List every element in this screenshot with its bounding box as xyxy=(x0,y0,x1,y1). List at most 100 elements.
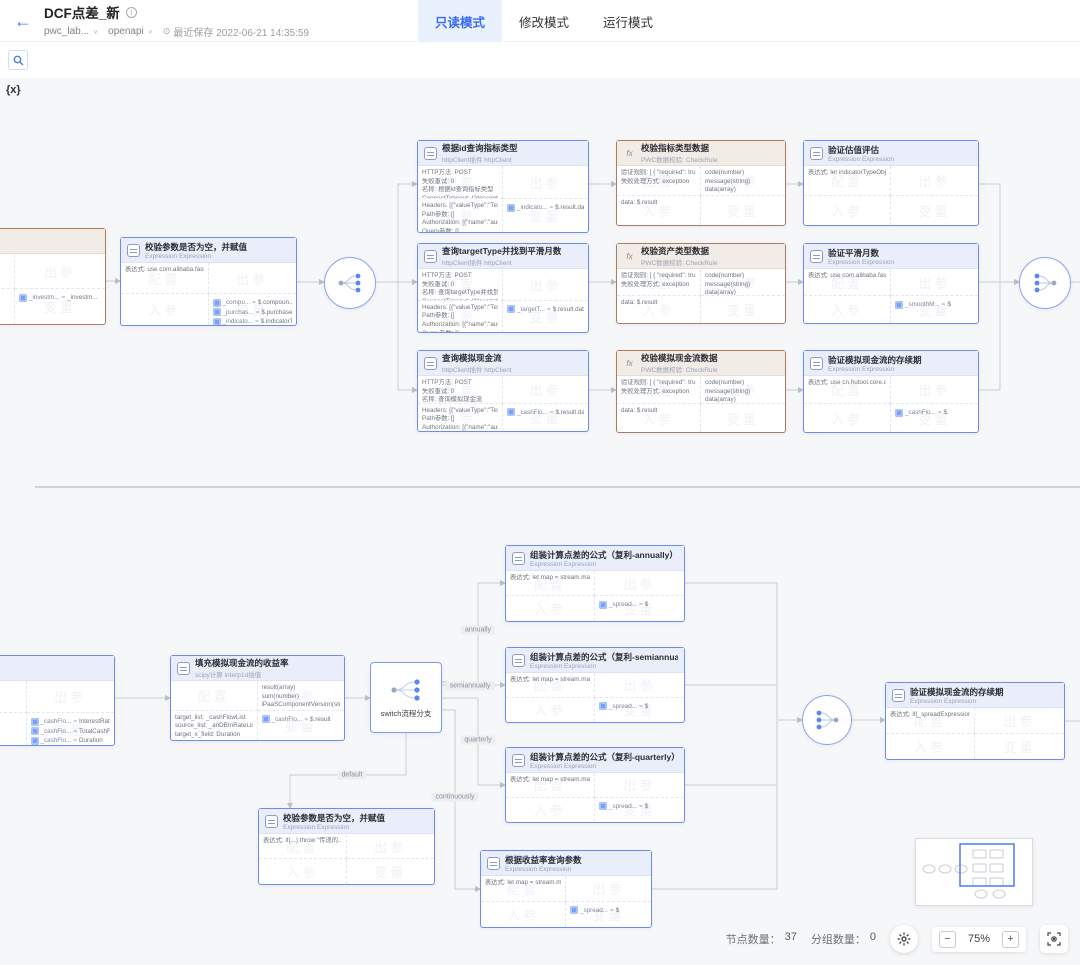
node-gateway-split[interactable] xyxy=(324,257,376,309)
quadrant-var: 变量_cashFlo...=InterestRate_cashFlo...=To… xyxy=(27,713,115,745)
quadrant-out: 出参result(array)sum(number)iPaaSComponent… xyxy=(258,681,345,711)
node-title: 校验指标类型数据 xyxy=(641,142,718,154)
node-gateway-join[interactable] xyxy=(1019,257,1071,309)
watermark-in: 入参 xyxy=(804,196,890,226)
node-set-field-name[interactable]: 置字段名sion配置Rate +...出参入参变量_cashFlo...=Int… xyxy=(0,655,115,746)
quadrant-in: 入参Headers: [{"valueType":"Text","n...Pat… xyxy=(418,199,503,232)
component-icon xyxy=(424,357,437,370)
tab-edit[interactable]: 修改模式 xyxy=(502,0,586,42)
component-icon xyxy=(810,250,823,263)
quadrant-in: 入参data: $.result xyxy=(617,296,701,323)
variable-row: _spread...=$ xyxy=(599,601,680,609)
variable-chip-icon xyxy=(262,715,270,723)
node-title: 校验模拟现金流数据 xyxy=(641,352,718,364)
quadrant-var: 变量_spread...=$ xyxy=(595,798,684,823)
switch-node-label: switch流程分支 xyxy=(381,708,432,719)
watermark-var: 变量 xyxy=(891,196,978,226)
node-verify-smooth-months[interactable]: 验证平滑月数Expression Expression配置表达式: use co… xyxy=(803,243,979,324)
edge-label-semiannually: semiannually xyxy=(446,682,495,691)
quadrant-config: 配置表达式: if(...) throw "传递的... xyxy=(259,834,347,859)
node-http-query-cashflow[interactable]: 查询模拟现金流httpClient插件 httpClient配置HTTP方法: … xyxy=(417,350,589,432)
quadrant-config: 配置表达式: let map = stream.map()... xyxy=(506,571,595,596)
minimap-viewport[interactable] xyxy=(960,844,1014,886)
clock-icon: ⊙ xyxy=(163,26,171,37)
node-scipy-fill-yield[interactable]: 填充模拟现金流的收益率scipy计算 interp1d插值配置出参result(… xyxy=(170,655,345,741)
variable-row: _cashFlo...=$.result xyxy=(262,715,341,723)
quadrant-in: 入参 xyxy=(804,196,891,226)
quadrant-out: 出参 xyxy=(891,166,978,196)
quadrant-in: 入参 xyxy=(481,902,566,928)
quadrant-var: 变量_indicato...=$.result.data xyxy=(503,199,588,232)
save-status: ⊙ 最近保存 2022-06-21 14:35:59 xyxy=(163,24,309,39)
minimap[interactable] xyxy=(915,838,1033,906)
node-formula-semiannually[interactable]: 组装计算点差的公式（复利-semiannually）Expression Exp… xyxy=(505,647,685,723)
fit-view-button[interactable] xyxy=(1040,925,1068,953)
settings-button[interactable] xyxy=(890,925,918,953)
node-params-partial[interactable]: fx配置umber)get(string)rray)出参入参变量_investm… xyxy=(0,228,106,325)
node-http-query-indicator-type[interactable]: 根据id查询指标类型httpClient插件 httpClient配置HTTP方… xyxy=(417,140,589,233)
quadrant-config: 配置表达式: let indicatorTypeObj = _i... xyxy=(804,166,891,196)
node-subtitle: httpClient插件 httpClient xyxy=(442,154,518,164)
node-gateway-join-bottom[interactable] xyxy=(802,695,852,745)
watermark-out: 出参 xyxy=(15,254,105,288)
node-title: 验证估值评估 xyxy=(828,144,894,156)
tab-run[interactable]: 运行模式 xyxy=(586,0,670,42)
breadcrumb-workspace[interactable]: pwc_lab... ∨ xyxy=(44,26,98,37)
quadrant-in: 入参 xyxy=(0,713,27,745)
node-subtitle: Expression Expression xyxy=(828,156,894,163)
zoom-out-button[interactable]: − xyxy=(939,931,956,948)
node-check-assign-bottom[interactable]: 校验参数是否为空，并赋值Expression Expression配置表达式: … xyxy=(258,808,435,885)
quadrant-in: 入参 xyxy=(506,798,595,823)
quadrant-config: 配置验证规则: [ { "required": tru...失败处理方式: ex… xyxy=(617,166,701,196)
node-verify-duration-top[interactable]: 验证模拟现金流的存续期Expression Expression配置表达式: u… xyxy=(803,350,979,433)
page-title: DCF点差_新 xyxy=(44,2,120,22)
breadcrumb-app[interactable]: openapi ∨ xyxy=(108,26,153,37)
node-subtitle: PWC数据校验: CheckRule xyxy=(641,257,718,267)
info-icon[interactable]: i xyxy=(126,7,137,18)
node-title: 查询模拟现金流 xyxy=(442,352,512,364)
back-button[interactable]: ← xyxy=(14,12,32,30)
node-check-assign-top[interactable]: 校验参数是否为空，并赋值Expression Expression配置表达式: … xyxy=(120,237,297,326)
global-variables-button[interactable]: {x} xyxy=(6,84,21,96)
search-button[interactable] xyxy=(8,50,28,70)
variable-row: _compo...=$.compoun... xyxy=(213,299,293,307)
node-title: 填充模拟现金流的收益率 xyxy=(195,657,289,669)
watermark-in: 入参 xyxy=(0,289,14,324)
node-http-query-targettype[interactable]: 查询targetType并找到平滑月数httpClient插件 httpClie… xyxy=(417,243,589,333)
component-icon xyxy=(127,244,140,257)
node-count-label: 节点数量： xyxy=(726,931,781,947)
node-formula-quarterly[interactable]: 组装计算点差的公式（复利-quarterly）Expression Expres… xyxy=(505,747,685,823)
canvas[interactable]: {x} fx配置umber)get(string)rray)出参入参变量_inv… xyxy=(0,78,1080,965)
quadrant-config: 配置表达式: let map = stream.map()... xyxy=(506,673,595,698)
tab-readonly[interactable]: 只读模式 xyxy=(418,0,502,42)
node-check-asset-type[interactable]: fx校验资产类型数据PWC数据校验: CheckRule配置验证规则: [ { … xyxy=(616,243,786,324)
node-subtitle: scipy计算 interp1d插值 xyxy=(195,669,289,679)
node-subtitle: Expression Expression xyxy=(910,698,1004,705)
watermark-out: 出参 xyxy=(503,166,588,198)
component-icon xyxy=(177,662,190,675)
node-subtitle: Expression Expression xyxy=(530,663,678,670)
node-query-params-by-yield[interactable]: 根据收益率查询参数Expression Expression配置表达式: let… xyxy=(480,850,652,928)
zoom-in-button[interactable]: + xyxy=(1002,931,1019,948)
switch-branch-icon xyxy=(388,677,424,703)
node-formula-annually[interactable]: 组装计算点差的公式（复利-annually）Expression Express… xyxy=(505,545,685,622)
quadrant-var: 变量 xyxy=(701,196,785,226)
node-check-sim-cashflow[interactable]: fx校验模拟现金流数据PWC数据校验: CheckRule配置验证规则: [ {… xyxy=(616,350,786,433)
node-verify-duration-bottom[interactable]: 验证模拟现金流的存续期Expression Expression配置表达式: i… xyxy=(885,682,1065,760)
variable-row: _indicato...=$.indicatorT... xyxy=(213,318,293,326)
quadrant-in: 入参 xyxy=(886,734,975,760)
quadrant-config: 配置HTTP方法: POST失败重试: 0名称: 查询模拟现金流ConnectT… xyxy=(418,376,503,404)
app-label: openapi xyxy=(108,26,144,37)
node-check-indicator-type[interactable]: fx校验指标类型数据PWC数据校验: CheckRule配置验证规则: [ { … xyxy=(616,140,786,226)
node-subtitle: Expression Expression xyxy=(145,253,247,260)
component-icon xyxy=(424,250,437,263)
save-status-text: 最近保存 2022-06-21 14:35:59 xyxy=(173,24,309,39)
variable-chip-icon xyxy=(19,294,27,302)
quadrant-var: 变量_smoothM...=$ xyxy=(891,296,978,323)
quadrant-config: 配置Rate +... xyxy=(0,681,27,713)
node-switch-branch[interactable]: switch流程分支 xyxy=(370,662,442,733)
node-verify-valuation[interactable]: 验证估值评估Expression Expression 配置表达式: let in… xyxy=(803,140,979,226)
sub-toolbar xyxy=(0,43,1080,78)
breadcrumb: pwc_lab... ∨ openapi ∨ ⊙ 最近保存 2022-06-21… xyxy=(44,24,309,39)
variable-chip-icon xyxy=(599,702,607,710)
